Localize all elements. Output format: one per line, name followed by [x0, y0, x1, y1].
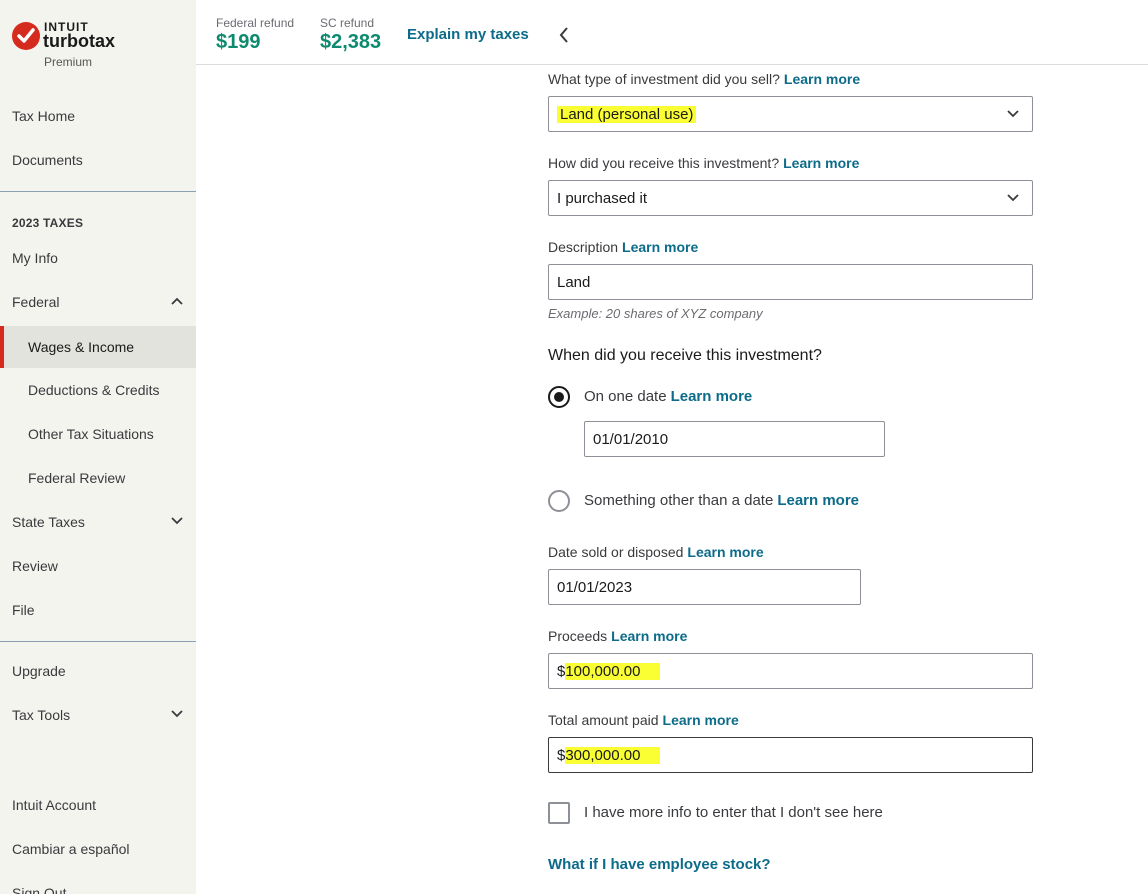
logo-product: turbotax	[43, 31, 115, 51]
sidebar-divider	[0, 191, 196, 192]
nav-tax-home[interactable]: Tax Home	[0, 96, 196, 136]
nav-review[interactable]: Review	[0, 546, 196, 586]
learn-more-link[interactable]: Learn more	[663, 712, 739, 728]
receive-how-label: How did you receive this investment? Lear…	[548, 155, 859, 171]
nav-state-taxes-label: State Taxes	[12, 514, 85, 530]
proceeds-input[interactable]: $100,000.00	[548, 653, 1033, 689]
chevron-left-icon[interactable]	[558, 26, 570, 44]
other-date-label-text: Something other than a date	[584, 492, 774, 509]
section-heading-2023-taxes: 2023 TAXES	[12, 216, 84, 230]
state-refund[interactable]: SC refund $2,383	[320, 16, 381, 54]
chevron-down-icon	[1007, 194, 1019, 202]
federal-refund-amount: $199	[216, 31, 261, 53]
learn-more-link[interactable]: Learn more	[622, 239, 698, 255]
chevron-down-icon	[1007, 110, 1019, 118]
nav-sign-out[interactable]: Sign Out	[0, 873, 196, 894]
description-value: Land	[557, 273, 591, 291]
learn-more-link[interactable]: Learn more	[611, 628, 687, 644]
sidebar-divider	[0, 641, 196, 642]
federal-refund[interactable]: Federal refund $199	[216, 16, 294, 54]
nav-wages-income[interactable]: Wages & Income	[0, 326, 196, 368]
state-refund-amount: $2,383	[320, 31, 382, 53]
description-example: Example: 20 shares of XYZ company	[548, 306, 763, 321]
logo-tier: Premium	[44, 55, 93, 69]
other-date-label: Something other than a date Learn more	[584, 492, 859, 509]
one-date-label: On one date Learn more	[584, 388, 752, 405]
description-label: Description Learn more	[548, 239, 698, 255]
learn-more-link[interactable]: Learn more	[783, 155, 859, 171]
description-input[interactable]: Land	[548, 264, 1033, 300]
chevron-down-icon	[171, 517, 183, 525]
description-label-text: Description	[548, 239, 619, 255]
nav-federal-label: Federal	[12, 294, 60, 310]
other-date-radio[interactable]	[548, 490, 570, 512]
total-paid-currency: $	[557, 746, 566, 764]
total-paid-label: Total amount paid Learn more	[548, 712, 739, 728]
proceeds-value: 100,000.00	[565, 662, 661, 680]
learn-more-link[interactable]: Learn more	[671, 388, 753, 405]
learn-more-link[interactable]: Learn more	[777, 492, 859, 509]
acquired-date-input[interactable]: 01/01/2010	[584, 421, 885, 457]
nav-intuit-account[interactable]: Intuit Account	[0, 785, 196, 825]
nav-my-info[interactable]: My Info	[0, 238, 196, 278]
nav-federal-review[interactable]: Federal Review	[0, 458, 196, 498]
total-paid-input[interactable]: $300,000.00	[548, 737, 1033, 773]
receive-how-label-text: How did you receive this investment?	[548, 155, 780, 171]
nav-tax-tools[interactable]: Tax Tools	[0, 695, 196, 735]
total-paid-label-text: Total amount paid	[548, 712, 659, 728]
nav-state-taxes[interactable]: State Taxes	[0, 502, 196, 542]
checkmark-logo-icon	[12, 22, 40, 50]
learn-more-link[interactable]: Learn more	[784, 71, 860, 87]
nav-upgrade[interactable]: Upgrade	[0, 651, 196, 691]
proceeds-label: Proceeds Learn more	[548, 628, 687, 644]
one-date-radio[interactable]	[548, 386, 570, 408]
proceeds-label-text: Proceeds	[548, 628, 608, 644]
investment-type-value: Land (personal use)	[557, 105, 697, 123]
date-sold-label-text: Date sold or disposed	[548, 544, 684, 560]
nav-deductions-credits[interactable]: Deductions & Credits	[0, 370, 196, 410]
federal-refund-label: Federal refund	[216, 16, 295, 30]
learn-more-link[interactable]: Learn more	[687, 544, 763, 560]
top-bar: Federal refund $199 SC refund $2,383 Exp…	[196, 0, 1148, 65]
investment-type-label: What type of investment did you sell? Lea…	[548, 71, 860, 87]
nav-tax-tools-label: Tax Tools	[12, 707, 71, 723]
nav-documents[interactable]: Documents	[0, 140, 196, 180]
date-sold-label: Date sold or disposed Learn more	[548, 544, 764, 560]
when-received-question: When did you receive this investment?	[548, 347, 822, 364]
nav-other-tax-situations[interactable]: Other Tax Situations	[0, 414, 196, 454]
acquired-date-value: 01/01/2010	[593, 430, 669, 448]
chevron-down-icon	[171, 710, 183, 718]
nav-federal[interactable]: Federal	[0, 282, 196, 322]
receive-how-value: I purchased it	[557, 189, 648, 207]
employee-stock-link[interactable]: What if I have employee stock?	[548, 856, 771, 873]
receive-how-select[interactable]: I purchased it	[548, 180, 1033, 216]
proceeds-currency: $	[557, 662, 566, 680]
chevron-up-icon	[171, 297, 183, 305]
total-paid-value: 300,000.00	[565, 746, 661, 764]
nav-file[interactable]: File	[0, 590, 196, 630]
date-sold-value: 01/01/2023	[557, 578, 633, 596]
more-info-label: I have more info to enter that I don't s…	[584, 804, 883, 821]
investment-type-select[interactable]: Land (personal use)	[548, 96, 1033, 132]
more-info-checkbox[interactable]	[548, 802, 570, 824]
explain-my-taxes-link[interactable]: Explain my taxes	[407, 26, 529, 43]
one-date-label-text: On one date	[584, 388, 667, 405]
sidebar: INTUIT turbotax Premium Tax Home Documen…	[0, 0, 196, 894]
date-sold-input[interactable]: 01/01/2023	[548, 569, 861, 605]
nav-cambiar-espanol[interactable]: Cambiar a español	[0, 829, 196, 869]
investment-type-label-text: What type of investment did you sell?	[548, 71, 780, 87]
state-refund-label: SC refund	[320, 16, 375, 30]
